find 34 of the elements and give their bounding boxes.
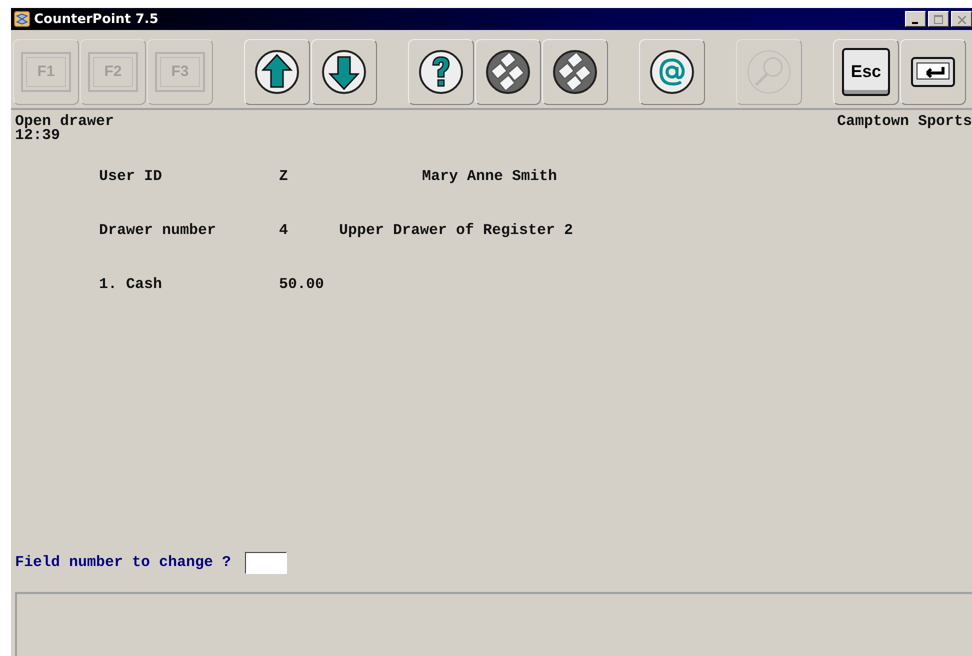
enter-key-icon	[911, 56, 955, 86]
field-label: Drawer number	[99, 224, 218, 238]
maximize-button[interactable]	[928, 11, 949, 27]
input-field[interactable]	[245, 552, 288, 574]
keypad-button[interactable]	[475, 38, 541, 104]
keypad-button[interactable]	[542, 38, 608, 104]
field-value: 50.00	[279, 278, 326, 292]
app-icon	[14, 11, 30, 27]
window-title: CounterPoint 7.5	[34, 12, 158, 26]
maximize-icon	[934, 15, 943, 24]
help-icon	[418, 48, 464, 94]
at-sign-icon	[649, 48, 695, 94]
close-button[interactable]	[951, 11, 972, 27]
search-icon	[746, 48, 792, 94]
company-name: Camptown Sports	[836, 115, 972, 129]
keypad-icon	[485, 48, 531, 94]
email-button[interactable]	[639, 38, 705, 104]
enter-button[interactable]	[900, 38, 966, 104]
field-value: Z	[279, 170, 290, 184]
field-label: User ID	[99, 170, 164, 184]
clock-time: 12:39	[15, 129, 62, 143]
help-button[interactable]	[408, 38, 474, 104]
minimize-button[interactable]	[905, 11, 926, 27]
prompt-label: Field number to change ?	[15, 556, 232, 570]
field-value: 4	[279, 224, 290, 238]
field-description: Upper Drawer of Register 2	[339, 224, 574, 238]
screen-title: Open drawer	[15, 115, 114, 129]
down-arrow-button[interactable]	[311, 38, 377, 104]
field-description: Mary Anne Smith	[422, 170, 558, 184]
up-arrow-button[interactable]	[244, 38, 310, 104]
keypad-icon	[552, 48, 598, 94]
escape-button[interactable]: Esc	[833, 38, 899, 104]
close-icon	[958, 16, 966, 24]
field-label: 1. Cash	[99, 278, 164, 292]
